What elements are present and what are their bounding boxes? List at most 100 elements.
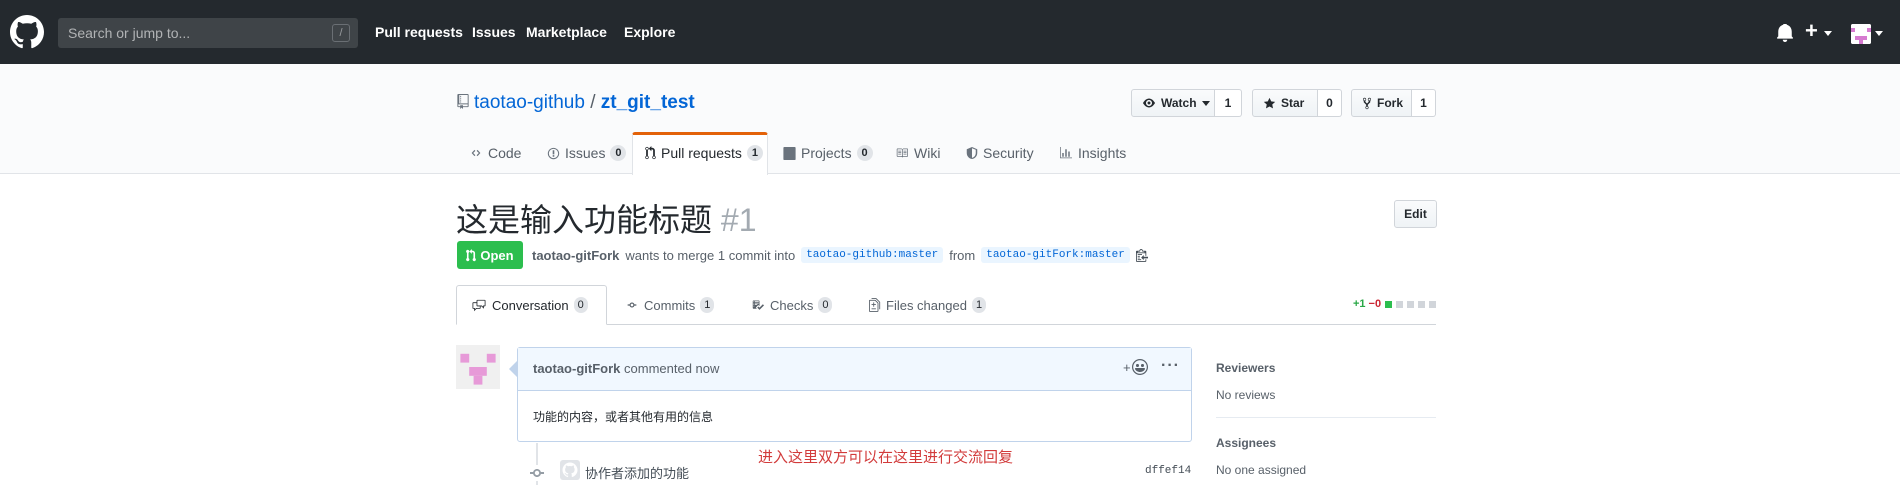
git-commit-icon <box>627 302 637 308</box>
commenter-avatar[interactable] <box>456 345 500 389</box>
tab-projects-count: 0 <box>856 145 873 161</box>
star-count[interactable]: 0 <box>1318 89 1342 117</box>
tab-issues-label: Issues <box>565 145 606 161</box>
clipboard-icon[interactable] <box>1135 248 1148 262</box>
pr-state-label: Open <box>480 247 514 263</box>
comment-header: taotao-gitFork commented now + ··· <box>518 348 1191 391</box>
code-icon <box>471 149 481 157</box>
tab-pull-requests[interactable]: Pull requests 1 <box>645 145 763 161</box>
tab-files-changed-count: 1 <box>971 297 987 313</box>
tab-commits[interactable]: Commits 1 <box>625 297 715 313</box>
more-options-icon[interactable]: ··· <box>1161 357 1180 375</box>
github-logo-icon[interactable] <box>10 15 44 49</box>
edit-title-button[interactable]: Edit <box>1394 200 1437 228</box>
annotation-text: 进入这里双方可以在这里进行交流回复 <box>758 449 1014 466</box>
tab-projects-label: Projects <box>801 145 852 161</box>
star-label: Star <box>1281 96 1305 110</box>
tab-pull-requests-count: 1 <box>746 145 763 161</box>
nav-explore[interactable]: Explore <box>624 24 675 40</box>
pr-state-badge: Open <box>457 241 523 269</box>
tab-conversation-count: 0 <box>573 297 588 313</box>
diffstat-block-neutral <box>1407 300 1415 308</box>
tab-files-changed[interactable]: Files changed 1 <box>869 297 987 313</box>
comment-time[interactable]: commented now <box>624 361 719 376</box>
tab-code[interactable]: Code <box>469 145 521 161</box>
github-logo-icon <box>562 462 578 478</box>
search-box[interactable]: / <box>58 18 358 48</box>
reviewers-value: No reviews <box>1216 388 1276 402</box>
diffstat: +1 −0 <box>1353 298 1437 310</box>
repo-owner-link[interactable]: taotao-github <box>474 92 585 113</box>
pr-number: #1 <box>720 202 757 238</box>
watch-button[interactable]: Watch <box>1131 89 1215 117</box>
add-reaction-button[interactable]: + <box>1123 359 1148 375</box>
tab-checks-label: Checks <box>770 297 814 313</box>
star-button[interactable]: Star <box>1252 89 1318 117</box>
sidebar-divider <box>1216 417 1436 418</box>
tab-checks[interactable]: Checks 0 <box>751 297 833 313</box>
git-commit-icon <box>530 465 544 481</box>
comment-author-link[interactable]: taotao-gitFork <box>533 361 620 376</box>
pull-request-icon <box>466 248 477 261</box>
tab-insights[interactable]: Insights <box>1059 145 1126 161</box>
reviewers-heading[interactable]: Reviewers <box>1216 361 1275 375</box>
tab-conversation-label: Conversation <box>492 297 569 313</box>
watch-caret-icon <box>1201 100 1210 106</box>
tab-issues-count: 0 <box>610 145 627 161</box>
diff-additions: +1 <box>1353 298 1366 310</box>
diffstat-block-neutral <box>1418 300 1426 308</box>
repo-header <box>0 64 1900 174</box>
comment-body: 功能的内容，或者其他有用的信息 <box>533 410 714 424</box>
search-input[interactable] <box>58 18 318 48</box>
comment-header-text: taotao-gitFork commented now <box>533 361 719 376</box>
fork-count[interactable]: 1 <box>1412 89 1436 117</box>
fork-icon <box>1362 97 1372 109</box>
tab-projects[interactable]: Projects 0 <box>783 145 873 161</box>
head-branch[interactable]: taotao-gitFork:master <box>981 247 1130 263</box>
watch-label: Watch <box>1161 96 1197 110</box>
diffstat-block-neutral <box>1429 300 1437 308</box>
tab-security[interactable]: Security <box>966 145 1034 161</box>
reaction-plus: + <box>1123 359 1131 375</box>
pr-meta: taotao-gitFork wants to merge 1 commit i… <box>532 247 1148 263</box>
notifications-bell-icon[interactable] <box>1777 24 1793 42</box>
repo-name-link[interactable]: zt_git_test <box>601 92 695 113</box>
shield-icon <box>966 147 978 159</box>
book-icon <box>896 148 908 158</box>
create-new-button[interactable]: + <box>1805 20 1818 42</box>
diff-deletions: −0 <box>1368 298 1382 310</box>
comment-box: taotao-gitFork commented now + ··· 功能的内容… <box>517 347 1192 442</box>
pr-from-text: from <box>949 247 976 263</box>
watch-count[interactable]: 1 <box>1215 89 1242 117</box>
nav-marketplace[interactable]: Marketplace <box>526 24 607 40</box>
base-branch[interactable]: taotao-github:master <box>801 247 944 263</box>
identicon-icon <box>1851 24 1871 44</box>
tab-wiki-label: Wiki <box>914 145 941 161</box>
smiley-icon <box>1131 359 1148 375</box>
tab-insights-label: Insights <box>1078 145 1127 161</box>
diffstat-block-added <box>1385 300 1393 308</box>
nav-issues[interactable]: Issues <box>472 24 516 40</box>
tab-security-label: Security <box>983 145 1034 161</box>
repo-title: taotao-github / zt_git_test <box>474 92 695 114</box>
fork-button[interactable]: Fork <box>1351 89 1412 117</box>
file-diff-icon <box>869 298 881 312</box>
tab-commits-label: Commits <box>644 297 696 313</box>
fork-label: Fork <box>1377 96 1404 110</box>
repo-separator: / <box>590 92 596 113</box>
tab-conversation[interactable]: Conversation 0 <box>471 297 588 313</box>
commit-author-avatar[interactable] <box>560 460 580 480</box>
tab-issues[interactable]: Issues 0 <box>547 145 627 161</box>
tab-files-changed-label: Files changed <box>886 297 967 313</box>
assignees-heading[interactable]: Assignees <box>1216 436 1276 450</box>
commit-sha-link[interactable]: dffef14 <box>1145 465 1191 477</box>
eye-icon <box>1143 98 1155 108</box>
tab-wiki[interactable]: Wiki <box>895 145 940 161</box>
user-avatar[interactable] <box>1851 24 1871 44</box>
identicon-icon <box>456 345 500 389</box>
tab-commits-count: 1 <box>700 297 715 313</box>
nav-pull-requests[interactable]: Pull requests <box>375 24 463 40</box>
slash-shortcut-hint: / <box>332 24 350 42</box>
commit-message-link[interactable]: 协作者添加的功能 <box>585 463 689 482</box>
pr-author-link[interactable]: taotao-gitFork <box>532 248 619 263</box>
